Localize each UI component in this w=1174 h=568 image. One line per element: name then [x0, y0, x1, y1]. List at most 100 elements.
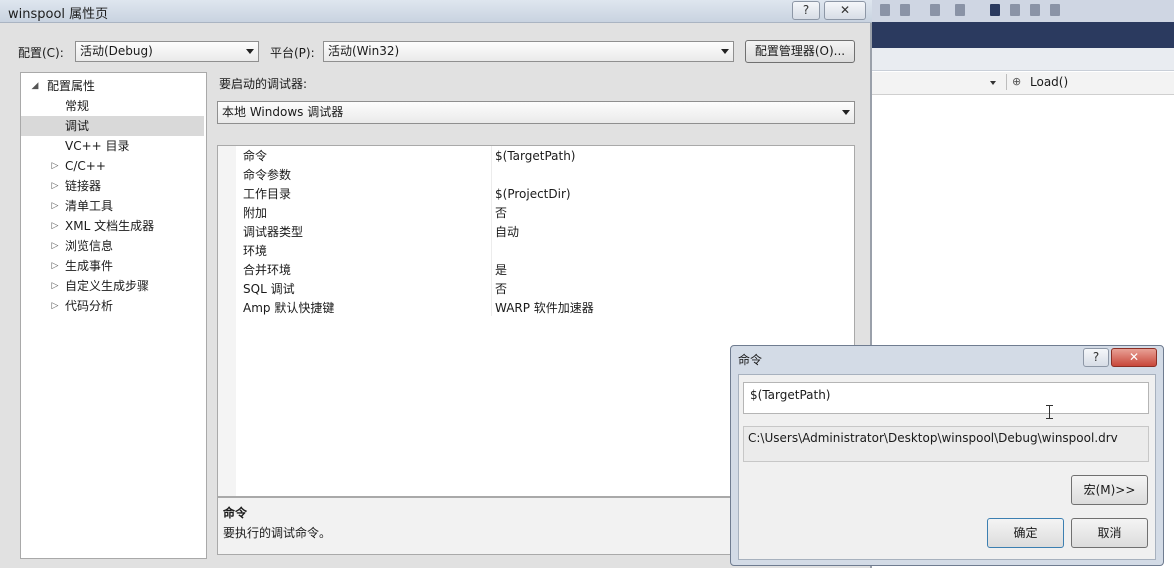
property-name: 调试器类型: [243, 225, 304, 239]
tree-item[interactable]: ▷ 代码分析: [21, 296, 204, 316]
property-value[interactable]: 是: [495, 261, 507, 280]
expander-icon[interactable]: ▷: [51, 216, 59, 236]
expander-icon[interactable]: ▷: [51, 276, 59, 296]
toolbar-icon[interactable]: [930, 4, 940, 16]
dialog-titlebar[interactable]: winspool 属性页 ? ✕: [0, 0, 872, 23]
ok-button[interactable]: 确定: [987, 518, 1064, 548]
toolbar-icon[interactable]: [1050, 4, 1060, 16]
property-name: 命令: [243, 149, 268, 163]
toolbar-icon[interactable]: [1010, 4, 1020, 16]
expander-icon[interactable]: ▷: [51, 196, 59, 216]
close-button[interactable]: ✕: [824, 1, 866, 20]
chevron-down-icon: [842, 110, 850, 115]
platform-dropdown[interactable]: 活动(Win32): [323, 41, 734, 62]
tree-item[interactable]: ▷ 清单工具: [21, 196, 204, 216]
tree-item[interactable]: ▷ 生成事件: [21, 256, 204, 276]
chevron-down-icon: [721, 49, 729, 54]
platform-value: 活动(Win32): [328, 44, 400, 58]
command-dialog: 命令 ? ✕ $(TargetPath) C:\Users\Administra…: [730, 345, 1164, 566]
chevron-down-icon[interactable]: [990, 75, 1002, 89]
property-value[interactable]: 否: [495, 204, 507, 223]
property-value[interactable]: $(ProjectDir): [495, 185, 571, 204]
member-combo[interactable]: Load(): [1030, 75, 1068, 89]
command-dialog-titlebar[interactable]: 命令 ? ✕: [731, 346, 1163, 371]
cancel-button[interactable]: 取消: [1071, 518, 1148, 548]
debugger-dropdown[interactable]: 本地 Windows 调试器: [217, 101, 855, 124]
property-row[interactable]: 环境: [218, 242, 854, 261]
toolbar-icon[interactable]: [955, 4, 965, 16]
command-input[interactable]: $(TargetPath): [743, 382, 1149, 414]
expander-icon[interactable]: ▷: [51, 156, 59, 176]
tree-item-label: C/C++: [65, 159, 106, 173]
property-row[interactable]: 附加 否: [218, 204, 854, 223]
command-dialog-body: $(TargetPath) C:\Users\Administrator\Des…: [738, 374, 1156, 560]
tree-item-label: 代码分析: [65, 299, 114, 313]
ide-navigation-bar: ⊕ Load(): [860, 72, 1174, 95]
property-value[interactable]: $(TargetPath): [495, 147, 575, 166]
toolbar-icon[interactable]: [880, 4, 890, 16]
tree-item[interactable]: ▷ 链接器: [21, 176, 204, 196]
debugger-value: 本地 Windows 调试器: [222, 105, 344, 119]
tree-item[interactable]: ▷ C/C++: [21, 156, 204, 176]
property-tree: ◢ 配置属性常规调试 VC++ 目录 ▷ C/C++ ▷ 链接器 ▷ 清单工具 ▷ XML 文档生成…: [20, 72, 207, 559]
tree-item[interactable]: 调试: [21, 116, 204, 136]
property-row[interactable]: SQL 调试 否: [218, 280, 854, 299]
property-name: 附加: [243, 206, 268, 220]
description-text: 要执行的调试命令。: [223, 526, 332, 540]
property-value[interactable]: WARP 软件加速器: [495, 299, 594, 318]
tree-item[interactable]: 常规: [21, 96, 204, 116]
ide-toolbar: [860, 0, 1174, 23]
property-name: 命令参数: [243, 168, 292, 182]
help-button[interactable]: ?: [792, 1, 820, 20]
toolbar-icon[interactable]: [1030, 4, 1040, 16]
macros-button[interactable]: 宏(M)>>: [1071, 475, 1148, 505]
tree-item-label: 常规: [65, 99, 90, 113]
property-row[interactable]: 调试器类型 自动: [218, 223, 854, 242]
property-name: SQL 调试: [243, 282, 295, 296]
tree-item[interactable]: ▷ 自定义生成步骤: [21, 276, 204, 296]
tree-item-label: 链接器: [65, 179, 102, 193]
evaluated-value: C:\Users\Administrator\Desktop\winspool\…: [743, 426, 1149, 462]
property-row[interactable]: 命令参数: [218, 166, 854, 185]
config-manager-button[interactable]: 配置管理器(O)...: [745, 40, 855, 63]
tree-item-label: VC++ 目录: [65, 139, 130, 153]
config-label: 配置(C):: [18, 46, 64, 60]
command-dialog-title: 命令: [738, 353, 763, 367]
expander-icon[interactable]: ◢: [31, 76, 39, 96]
method-icon: ⊕: [1012, 75, 1022, 88]
debugger-label: 要启动的调试器:: [219, 77, 308, 91]
property-row[interactable]: 命令 $(TargetPath): [218, 147, 854, 166]
tree-item-label: 生成事件: [65, 259, 114, 273]
expander-icon[interactable]: ▷: [51, 236, 59, 256]
platform-label: 平台(P):: [270, 46, 315, 60]
property-row[interactable]: 合并环境 是: [218, 261, 854, 280]
property-name: 环境: [243, 244, 268, 258]
tree-item-label: 清单工具: [65, 199, 114, 213]
tree-item[interactable]: ▷ XML 文档生成器: [21, 216, 204, 236]
description-title: 命令: [223, 506, 248, 520]
expander-icon[interactable]: ▷: [51, 176, 59, 196]
tree-item[interactable]: VC++ 目录: [21, 136, 204, 156]
close-button[interactable]: ✕: [1111, 348, 1157, 367]
tree-item-label: 配置属性: [47, 79, 96, 93]
help-button[interactable]: ?: [1083, 348, 1109, 367]
property-row[interactable]: 工作目录 $(ProjectDir): [218, 185, 854, 204]
bookmark-icon[interactable]: [990, 4, 1000, 16]
ide-strip: [860, 48, 1174, 71]
chevron-down-icon: [246, 49, 254, 54]
toolbar-icon[interactable]: [900, 4, 910, 16]
tree-item-label: 调试: [65, 119, 90, 133]
expander-icon[interactable]: ▷: [51, 256, 59, 276]
config-dropdown[interactable]: 活动(Debug): [75, 41, 259, 62]
property-name: 工作目录: [243, 187, 292, 201]
dialog-title: winspool 属性页: [8, 7, 109, 22]
property-row[interactable]: Amp 默认快捷键 WARP 软件加速器: [218, 299, 854, 318]
property-name: Amp 默认快捷键: [243, 301, 335, 315]
property-value[interactable]: 自动: [495, 223, 519, 242]
ide-tab-bar: [860, 22, 1174, 48]
tree-item[interactable]: ◢ 配置属性: [21, 76, 204, 96]
tree-item[interactable]: ▷ 浏览信息: [21, 236, 204, 256]
property-name: 合并环境: [243, 263, 292, 277]
expander-icon[interactable]: ▷: [51, 296, 59, 316]
property-value[interactable]: 否: [495, 280, 507, 299]
